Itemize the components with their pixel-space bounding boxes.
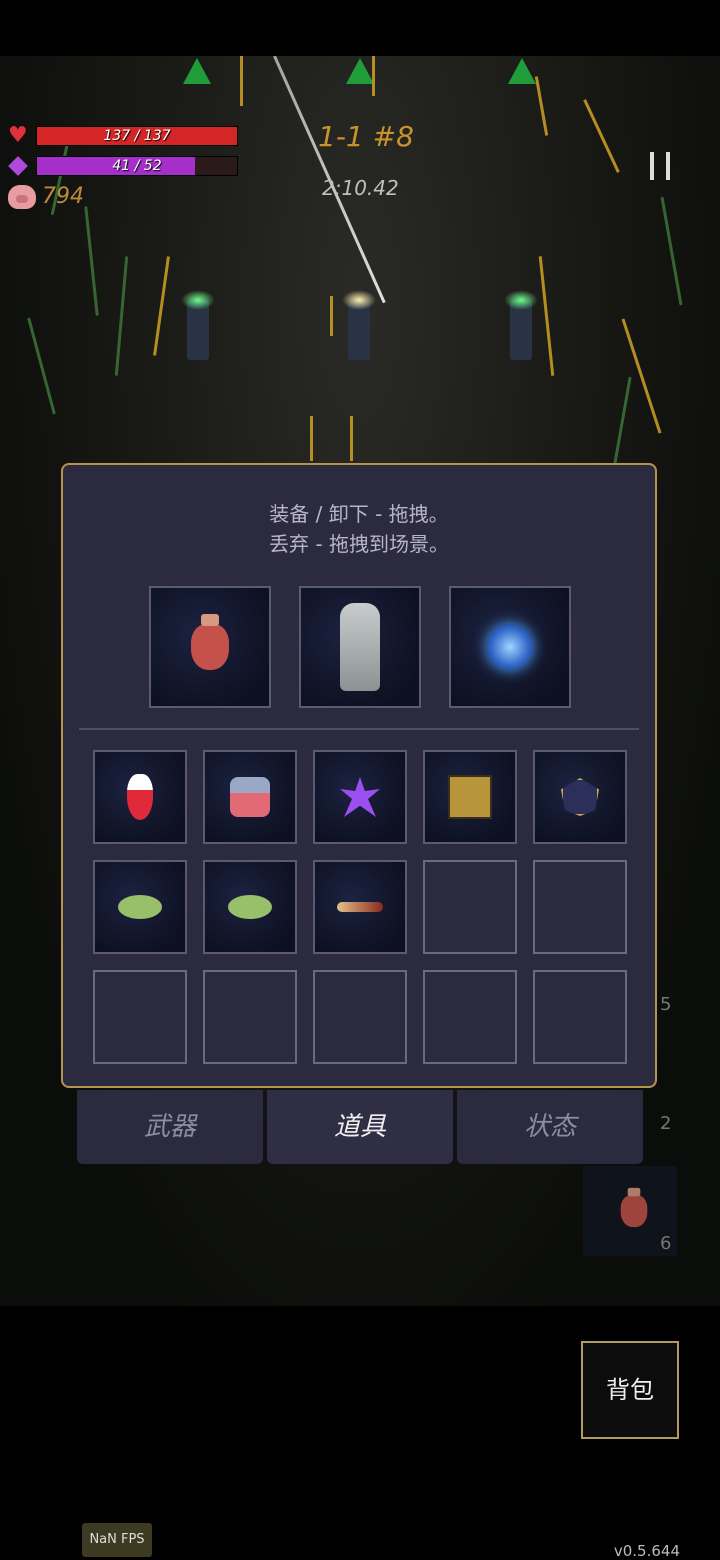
tab-items[interactable]: 道具 — [267, 1090, 453, 1164]
pillar — [504, 290, 538, 360]
tab-weapons[interactable]: 武器 — [77, 1090, 263, 1164]
bag-slot-empty[interactable] — [423, 860, 517, 954]
inventory-hint: 装备 / 卸下 - 拖拽。 丢弃 - 拖拽到场景。 — [63, 499, 655, 559]
mana-crystal-icon — [8, 156, 28, 176]
seed-pod-icon — [118, 895, 162, 919]
health-bar: 137 / 137 — [36, 126, 238, 146]
run-timer: 2:10.42 — [322, 176, 399, 200]
bag-slot[interactable] — [423, 750, 517, 844]
bag-slot[interactable] — [313, 860, 407, 954]
enemy-marker-icon — [183, 58, 211, 84]
coin-count: 794 — [42, 184, 84, 209]
bag-slot-empty[interactable] — [533, 970, 627, 1064]
inventory-panel: 装备 / 卸下 - 拖拽。 丢弃 - 拖拽到场景。 — [61, 463, 657, 1088]
health-row: ♥ 137 / 137 — [8, 123, 238, 148]
version-label: v0.5.644 — [613, 1542, 680, 1560]
piggy-bank-icon — [8, 184, 36, 209]
heart-icon: ♥ — [8, 123, 28, 148]
purple-star-icon — [340, 777, 380, 817]
fps-counter: NaN FPS — [82, 1523, 152, 1557]
golden-cube-icon — [448, 775, 492, 819]
health-text: 137 / 137 — [103, 128, 171, 144]
bag-slot[interactable] — [313, 750, 407, 844]
backpack-button[interactable]: 背包 — [581, 1341, 679, 1439]
energy-orb-icon — [487, 624, 533, 670]
bag-slot[interactable] — [93, 750, 187, 844]
mana-text: 41 / 52 — [112, 158, 162, 174]
mana-bar: 41 / 52 — [36, 156, 238, 176]
pause-icon[interactable] — [650, 152, 670, 180]
hint-line-drop: 丢弃 - 拖拽到场景。 — [269, 532, 449, 556]
bag-slot-empty[interactable] — [203, 970, 297, 1064]
hint-line-equip: 装备 / 卸下 - 拖拽。 — [269, 502, 449, 526]
player-character — [342, 290, 376, 360]
side-count: 5 — [660, 994, 672, 1015]
equipped-slot-2[interactable] — [299, 586, 421, 708]
moai-statue-icon — [340, 603, 380, 691]
red-potion-icon — [127, 774, 153, 820]
d20-dice-icon — [561, 778, 599, 816]
pink-bottle-icon — [230, 777, 270, 817]
enemy-marker-icon — [508, 58, 536, 84]
bag-slot[interactable] — [93, 860, 187, 954]
equipped-slot-3[interactable] — [449, 586, 571, 708]
stage-label: 1-1 #8 — [318, 120, 414, 153]
divider — [79, 728, 639, 730]
bag-slot-empty[interactable] — [93, 970, 187, 1064]
mana-row: 41 / 52 — [8, 156, 238, 176]
bag-slot[interactable] — [203, 860, 297, 954]
enemy-marker-icon — [346, 58, 374, 84]
clay-flask-icon — [191, 614, 229, 670]
seed-pod-icon — [228, 895, 272, 919]
horn-icon — [337, 902, 383, 912]
coins-row: 794 — [8, 184, 84, 209]
bag-slot[interactable] — [533, 750, 627, 844]
tab-status[interactable]: 状态 — [457, 1090, 643, 1164]
pillar — [181, 290, 215, 360]
side-count: 2 — [660, 1113, 672, 1134]
bag-slot-empty[interactable] — [533, 860, 627, 954]
bag-slot-empty[interactable] — [423, 970, 517, 1064]
bag-slot-empty[interactable] — [313, 970, 407, 1064]
side-count: 6 — [660, 1233, 672, 1254]
bag-slot[interactable] — [203, 750, 297, 844]
equipped-slot-1[interactable] — [149, 586, 271, 708]
